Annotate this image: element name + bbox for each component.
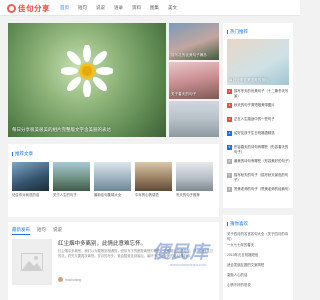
guess-title: 猜你喜欢 [227,221,248,227]
logo-text: 佳句分享 [18,3,50,13]
rank-number: 2 [227,103,232,108]
featured-thumb-caption: 描写花的优美句子摘抄 [171,53,207,57]
recommended-image [53,162,90,191]
nav-item-home[interactable]: 首页 [60,5,69,11]
image-placeholder-icon [21,253,43,271]
rank-number: 1 [227,89,232,94]
rank-title: 给好友孩子生日祝福语精选 [234,131,275,135]
logo-icon [7,3,16,13]
rank-number: 7 [227,173,232,178]
watermark-url: www.bianminku.com [170,262,207,267]
rank-title: 秋天的句子简短唯美带图片 [234,103,275,107]
recommended-item[interactable]: 冬天的句子推荐 [176,162,213,206]
featured-thumb[interactable]: 描写花的优美句子摘抄 [169,23,219,60]
main-nav: 首页 短句 说说 语录 资料 图集 美文 [60,0,186,16]
rank-title: 正在人生路途中的一些句子 [234,117,275,121]
recommended-item-title: 记住你对我说的话 [12,193,40,197]
recommended-image [176,162,213,191]
rank-title: 描写冬天的优美句子（十二篇冬天写景） [234,89,289,98]
recommended-image [94,162,131,191]
guess-item[interactable]: 激励人心的话 [227,273,291,278]
rank-item[interactable]: 4 给好友孩子生日祝福语精选 [227,131,291,136]
recommended-image [12,162,49,191]
featured-thumb[interactable]: 关于春天的句子 [169,62,219,99]
nav-item-talk[interactable]: 说说 [96,5,105,11]
rank-number: 3 [227,117,232,122]
rank-item[interactable]: 1 描写冬天的优美句子（十二篇冬天写景） [227,89,291,98]
recommended-item[interactable]: 中年的心情感悟 [135,162,172,206]
site-logo[interactable]: 佳句分享 [7,3,50,13]
daisy-flower-image [61,45,113,97]
rank-number: 4 [227,131,232,136]
tab-latest[interactable]: 最新发布 [12,227,30,235]
guess-item[interactable]: 一九七七年的春天 [227,243,291,248]
recommended-item[interactable]: 最新佳句集锦大全 [94,162,131,206]
hero-slide[interactable]: 每日分享很美很美的相片完整版文字含美丽的表达 [8,23,166,137]
guess-item[interactable]: 关于四月的名言名句大全（关于四月的诗句） [227,232,291,241]
sidebar-title: 热门推荐 [227,29,248,35]
nav-item-material[interactable]: 资料 [132,5,141,11]
site-header: 佳句分享 首页 短句 说说 语录 资料 图集 美文 [0,0,300,16]
rank-item[interactable]: 5 形容春天的诗句有哪些（形容春天的句子） [227,145,291,154]
rank-title: 赞美老师的句子（赞美老师的经典句） [234,187,291,191]
hero-caption[interactable]: 每日分享很美很美的相片完整版文字含美丽的表达 [12,127,111,133]
rank-number: 6 [227,159,232,164]
recommended-item[interactable]: 记住你对我说的话 [12,162,49,206]
nav-item-gallery[interactable]: 图集 [150,5,159,11]
rank-item[interactable]: 8 赞美老师的句子（赞美老师的经典句） [227,187,291,192]
rank-title: 最美的诗句有哪些（形容美好的句子） [234,159,291,163]
article-meta: mashutang [58,277,81,282]
guess-item[interactable]: 2019年元旦祝福短信 [227,253,291,258]
tab-talk[interactable]: 说说 [53,227,62,235]
rank-title: 形容春天的诗句有哪些（形容春天的句子） [234,145,289,154]
hot-sidebar: 热门推荐 每日分享很美很美的相片 1 描写冬天的优美句子（十二篇冬天写景） 2 秋天… [223,23,293,208]
guess-item[interactable]: 适合发朋友圈的文案简短 [227,263,291,268]
rank-item[interactable]: 6 最美的诗句有哪些（形容美好的句子） [227,159,291,164]
watermark-text: 便民库 [152,242,209,262]
guess-you-like-panel: 猜你喜欢 关于四月的名言名句大全（关于四月的诗句） 一九七七年的春天 2019年… [223,215,293,300]
recommended-item[interactable]: 关于人生的句子 [53,162,90,206]
recommended-item-title: 最新佳句集锦大全 [94,193,122,197]
recommended-item-title: 中年的心情感悟 [135,193,159,197]
featured-thumb[interactable] [169,101,219,137]
rank-item[interactable]: 2 秋天的句子简短唯美带图片 [227,103,291,108]
sidebar-featured-caption: 每日分享很美很美的相片 [229,78,269,82]
tab-short[interactable]: 短句 [37,227,46,235]
rank-number: 8 [227,187,232,192]
rank-number: 5 [227,145,232,150]
guess-item[interactable]: 心情不好的说说 [227,283,291,288]
rank-title: 描写秋天的句子（描写秋天景色的句子） [234,173,289,182]
featured-thumb-caption: 关于春天的句子 [171,92,197,96]
article-thumbnail[interactable] [12,239,52,285]
recommended-item-title: 冬天的句子推荐 [176,193,200,197]
rank-item[interactable]: 7 描写秋天的句子（描写秋天景色的句子） [227,173,291,182]
recommended-panel: 推荐文章 记住你对我说的话 关于人生的句子 最新佳句集锦大全 中年的心情感悟 冬… [8,144,219,217]
recommended-title: 推荐文章 [12,151,33,157]
nav-item-short[interactable]: 短句 [78,5,87,11]
sidebar-featured-image[interactable]: 每日分享很美很美的相片 [227,39,289,85]
list-tabs: 最新发布 短句 说说 [12,227,69,235]
rank-item[interactable]: 3 正在人生路途中的一些句子 [227,117,291,122]
author-avatar [58,277,63,282]
nav-item-quotes[interactable]: 语录 [114,5,123,11]
recommended-image [135,162,172,191]
nav-item-essay[interactable]: 美文 [168,5,177,11]
author-name[interactable]: mashutang [65,278,81,282]
recommended-item-title: 关于人生的句子 [53,193,77,197]
